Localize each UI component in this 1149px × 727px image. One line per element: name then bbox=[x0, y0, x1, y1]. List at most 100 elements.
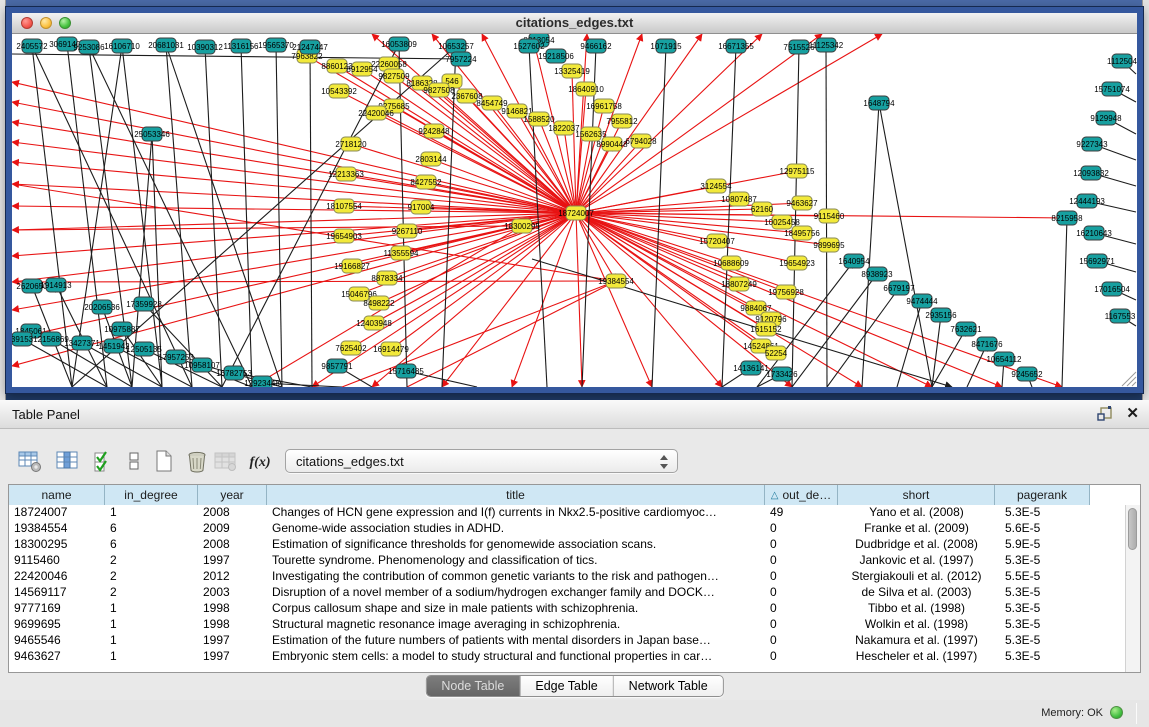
graph-node[interactable]: 15692971 bbox=[1079, 254, 1115, 268]
graph-node[interactable]: 1615152 bbox=[750, 322, 782, 336]
graph-node[interactable]: 2405572 bbox=[16, 39, 48, 53]
graph-node[interactable]: 8498222 bbox=[363, 296, 395, 310]
graph-edge[interactable] bbox=[932, 329, 966, 387]
graph-node[interactable]: 10543392 bbox=[321, 84, 357, 98]
graph-node[interactable]: 13427371 bbox=[64, 336, 100, 350]
graph-node[interactable]: 9253086 bbox=[73, 40, 105, 54]
graph-node[interactable]: 10654112 bbox=[987, 352, 1023, 366]
table-row[interactable]: 1938455462009Genome-wide association stu… bbox=[9, 521, 1125, 537]
graph-node[interactable]: 9245652 bbox=[1011, 367, 1043, 381]
column-header-out_de[interactable]: △out_de… bbox=[765, 485, 838, 505]
graph-edge[interactable] bbox=[576, 213, 717, 241]
graph-node[interactable]: 3124554 bbox=[700, 179, 732, 193]
graph-node[interactable]: 17359928 bbox=[126, 297, 162, 311]
graph-node[interactable]: 1071915 bbox=[650, 39, 682, 53]
new-column-button[interactable] bbox=[150, 448, 178, 476]
graph-node[interactable]: 10975887 bbox=[104, 322, 140, 336]
column-header-in_degree[interactable]: in_degree bbox=[105, 485, 198, 505]
graph-node[interactable]: 22420046 bbox=[358, 106, 394, 120]
import-table-button[interactable] bbox=[212, 448, 240, 476]
table-row[interactable]: 1456911722003Disruption of a novel membe… bbox=[9, 585, 1125, 601]
graph-node[interactable]: 19166827 bbox=[334, 259, 370, 273]
graph-node[interactable]: 9899695 bbox=[813, 238, 845, 252]
graph-node[interactable]: 2935156 bbox=[925, 308, 957, 322]
table-row[interactable]: 2242004622012Investigating the contribut… bbox=[9, 569, 1125, 585]
graph-node[interactable]: 16961758 bbox=[586, 99, 622, 113]
graph-node[interactable]: 15716485 bbox=[388, 364, 424, 378]
graph-node[interactable]: 16106710 bbox=[104, 39, 140, 53]
graph-node[interactable]: 20681031 bbox=[148, 38, 184, 52]
table-row[interactable]: 969969511998Structural magnetic resonanc… bbox=[9, 617, 1125, 633]
network-window-titlebar[interactable]: citations_edges.txt bbox=[12, 13, 1137, 34]
graph-node[interactable]: 12505135 bbox=[126, 342, 162, 356]
graph-node[interactable]: 9463627 bbox=[786, 196, 818, 210]
graph-node[interactable]: 11355594 bbox=[384, 246, 420, 260]
graph-node[interactable]: 19654923 bbox=[779, 256, 815, 270]
graph-node[interactable]: 1640954 bbox=[838, 254, 870, 268]
column-header-year[interactable]: year bbox=[198, 485, 267, 505]
graph-node[interactable]: 12093832 bbox=[1073, 166, 1109, 180]
graph-node[interactable]: 13325419 bbox=[554, 64, 590, 78]
graph-node[interactable]: 18807249 bbox=[721, 277, 757, 291]
graph-node[interactable]: 1648794 bbox=[863, 96, 895, 110]
graph-node[interactable]: 8427552 bbox=[410, 175, 442, 189]
float-panel-icon[interactable] bbox=[1096, 405, 1114, 423]
graph-edge[interactable] bbox=[12, 142, 576, 213]
column-header-name[interactable]: name bbox=[9, 485, 105, 505]
graph-edge[interactable] bbox=[576, 213, 1002, 387]
graph-node[interactable]: 1527602 bbox=[513, 39, 545, 53]
column-header-title[interactable]: title bbox=[267, 485, 765, 505]
graph-node[interactable]: 14136141 bbox=[733, 361, 769, 375]
column-header-short[interactable]: short bbox=[838, 485, 995, 505]
table-row[interactable]: 946362711997Embryonic stem cells: a mode… bbox=[9, 649, 1125, 665]
graph-edge[interactable] bbox=[12, 102, 576, 213]
graph-node[interactable]: 12403948 bbox=[356, 316, 392, 330]
graph-node[interactable]: 16053809 bbox=[381, 37, 417, 51]
graph-node[interactable]: 19384554 bbox=[598, 274, 634, 288]
graph-node[interactable]: 6679197 bbox=[883, 281, 915, 295]
table-row[interactable]: 911546021997Tourette syndrome. Phenomeno… bbox=[9, 553, 1125, 569]
graph-edge[interactable] bbox=[12, 213, 576, 339]
graph-node[interactable]: 12213363 bbox=[328, 167, 364, 181]
graph-node[interactable]: 39153 bbox=[12, 332, 34, 346]
graph-node[interactable]: 1914913 bbox=[40, 278, 72, 292]
graph-node[interactable]: 9115460 bbox=[814, 209, 845, 223]
graph-node[interactable]: 18495756 bbox=[784, 226, 820, 240]
graph-node[interactable]: 20206536 bbox=[84, 300, 120, 314]
graph-node[interactable]: 9827509 bbox=[378, 69, 410, 83]
graph-node[interactable]: 21247447 bbox=[292, 40, 328, 54]
graph-node[interactable]: 9466162 bbox=[580, 39, 612, 53]
graph-node[interactable]: 18640910 bbox=[568, 82, 604, 96]
graph-node[interactable]: 1733426 bbox=[766, 367, 798, 381]
column-header-pagerank[interactable]: pagerank bbox=[995, 485, 1090, 505]
graph-node[interactable]: 1112504 bbox=[1107, 54, 1137, 68]
graph-edge[interactable] bbox=[862, 103, 879, 387]
graph-node[interactable]: 9267110 bbox=[392, 224, 423, 238]
graph-node[interactable]: 8938923 bbox=[861, 267, 893, 281]
table-select-combobox[interactable]: citations_edges.txt bbox=[285, 449, 678, 473]
graph-node[interactable]: 10653257 bbox=[438, 39, 474, 53]
graph-node[interactable]: 19654903 bbox=[326, 229, 362, 243]
graph-edge[interactable] bbox=[12, 281, 616, 282]
function-builder-button[interactable]: f(x) bbox=[246, 448, 274, 476]
tab-node-table[interactable]: Node Table bbox=[426, 676, 520, 696]
graph-node[interactable]: 11316156 bbox=[224, 39, 260, 53]
graph-edge[interactable] bbox=[276, 45, 282, 387]
graph-node[interactable]: 10807487 bbox=[721, 192, 757, 206]
graph-node[interactable]: 19218506 bbox=[538, 49, 574, 63]
graph-node[interactable]: 16210643 bbox=[1076, 226, 1112, 240]
graph-node[interactable]: 9474444 bbox=[906, 294, 938, 308]
graph-node[interactable]: 25053346 bbox=[134, 127, 170, 141]
graph-node[interactable]: 8471676 bbox=[971, 337, 1003, 351]
table-row[interactable]: 946554611997Estimation of the future num… bbox=[9, 633, 1125, 649]
graph-node[interactable]: 9242848 bbox=[418, 124, 450, 138]
scrollbar-thumb[interactable] bbox=[1128, 508, 1137, 550]
graph-node[interactable]: 917004 bbox=[408, 200, 435, 214]
delete-column-button[interactable] bbox=[183, 448, 211, 476]
network-canvas[interactable]: 1872400779638228860123891295422260058982… bbox=[12, 34, 1137, 387]
graph-node[interactable]: 6794028 bbox=[625, 134, 657, 148]
graph-node[interactable]: 12444193 bbox=[1069, 194, 1105, 208]
graph-node[interactable]: 15751074 bbox=[1094, 82, 1130, 96]
graph-node[interactable]: 18300295 bbox=[504, 219, 540, 233]
minimize-button[interactable] bbox=[40, 17, 52, 29]
